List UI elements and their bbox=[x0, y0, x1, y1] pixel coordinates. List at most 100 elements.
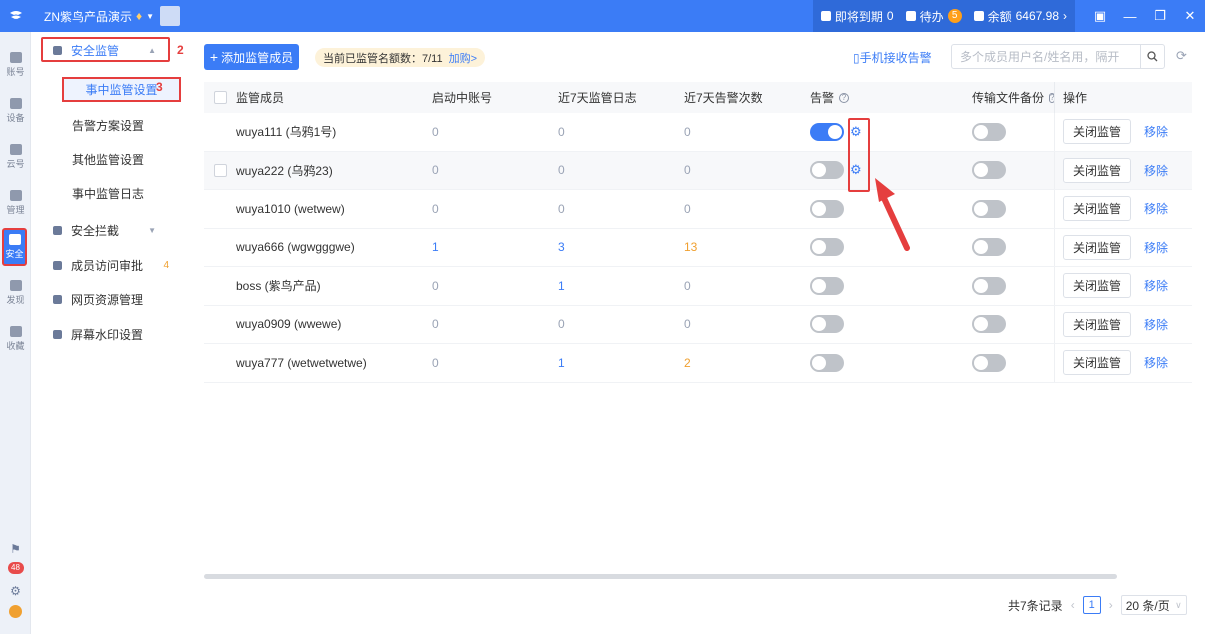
remove-link[interactable]: 移除 bbox=[1144, 123, 1168, 140]
backup-toggle[interactable] bbox=[972, 199, 1006, 218]
members-table: 监管成员 启动中账号 近7天监管日志 近7天告警次数 告警? 传输文件备份? 操… bbox=[204, 82, 1192, 383]
remove-link[interactable]: 移除 bbox=[1144, 316, 1168, 333]
org-switcher[interactable]: ZN紫鸟产品演示 ♦ ▼ bbox=[44, 8, 154, 25]
alert-count[interactable]: 2 bbox=[684, 356, 691, 370]
nav-item-label: 屏幕水印设置 bbox=[71, 327, 144, 342]
nav-sub-alarm-plan[interactable]: 告警方案设置 bbox=[72, 117, 144, 134]
table-row: wuya666 (wgwgggwe) 1 3 13 关闭监管 移除 bbox=[204, 228, 1192, 267]
annotation-arrow bbox=[875, 178, 910, 251]
log-count[interactable]: 0 bbox=[558, 125, 565, 139]
iconbar-cloud[interactable]: 云号 bbox=[0, 144, 31, 170]
log-count[interactable]: 0 bbox=[558, 163, 565, 177]
next-page-icon[interactable]: › bbox=[1109, 598, 1113, 612]
close-supervision-button[interactable]: 关闭监管 bbox=[1063, 273, 1131, 299]
help-icon[interactable]: ? bbox=[839, 92, 850, 103]
backup-toggle[interactable] bbox=[972, 315, 1006, 334]
remove-link[interactable]: 移除 bbox=[1144, 354, 1168, 371]
close-supervision-button[interactable]: 关闭监管 bbox=[1063, 119, 1131, 145]
iconbar-devices[interactable]: 设备 bbox=[0, 98, 31, 124]
todo-indicator[interactable]: 待办 5 bbox=[905, 8, 962, 25]
page-size-value: 20 条/页 bbox=[1125, 598, 1170, 613]
backup-toggle[interactable] bbox=[972, 353, 1006, 372]
prev-page-icon[interactable]: ‹ bbox=[1071, 598, 1075, 612]
nav-sub-other-settings[interactable]: 其他监管设置 bbox=[72, 151, 144, 168]
iconbar-accounts[interactable]: 账号 bbox=[0, 52, 31, 78]
header-member: 监管成员 bbox=[236, 91, 285, 105]
remove-link[interactable]: 移除 bbox=[1144, 239, 1168, 256]
web-icon bbox=[53, 294, 62, 304]
backup-toggle[interactable] bbox=[972, 238, 1006, 257]
alert-count[interactable]: 0 bbox=[684, 125, 691, 139]
search-input[interactable] bbox=[952, 45, 1140, 68]
screenshot-icon[interactable]: ▣ bbox=[1085, 8, 1115, 24]
iconbar-favorites[interactable]: 收藏 bbox=[0, 326, 31, 352]
buy-more-link[interactable]: 加购> bbox=[449, 50, 477, 66]
alarm-toggle[interactable] bbox=[810, 353, 844, 372]
backup-toggle[interactable] bbox=[972, 276, 1006, 295]
alarm-toggle[interactable] bbox=[810, 238, 844, 257]
nav-sub-label: 事中监管设置 bbox=[85, 83, 158, 97]
search-box bbox=[951, 44, 1165, 69]
close-supervision-button[interactable]: 关闭监管 bbox=[1063, 196, 1131, 222]
alarm-toggle[interactable] bbox=[810, 122, 844, 141]
side-nav: 安全监管 ▲ 2 事中监管设置 3 告警方案设置 其他监管设置 事中监管日志 安… bbox=[31, 32, 191, 634]
close-supervision-button[interactable]: 关闭监管 bbox=[1063, 157, 1131, 183]
clock-icon bbox=[820, 11, 831, 21]
iconbar-manage[interactable]: 管理 bbox=[0, 190, 31, 216]
close-supervision-button[interactable]: 关闭监管 bbox=[1063, 234, 1131, 260]
page-size-select[interactable]: 20 条/页 ∨ bbox=[1120, 595, 1187, 615]
alert-count[interactable]: 0 bbox=[684, 317, 691, 331]
top-bar: ZN紫鸟产品演示 ♦ ▼ 即将到期 0 待办 5 余额 6467.98 › ▣ … bbox=[0, 0, 1205, 32]
member-name: wuya222 (乌鸦23) bbox=[236, 163, 333, 178]
horizontal-scrollbar[interactable] bbox=[204, 574, 1117, 579]
remove-link[interactable]: 移除 bbox=[1144, 162, 1168, 179]
signpost-icon[interactable]: ⚑ bbox=[0, 542, 31, 556]
settings-gear-icon[interactable]: ⚙ bbox=[0, 584, 31, 598]
nav-sub-supervision-log[interactable]: 事中监管日志 bbox=[72, 185, 144, 202]
close-supervision-button[interactable]: 关闭监管 bbox=[1063, 350, 1131, 376]
total-records: 共7条记录 bbox=[1008, 598, 1063, 613]
minimize-icon[interactable]: — bbox=[1115, 9, 1145, 24]
expiring-label: 即将到期 bbox=[834, 9, 883, 24]
restore-icon[interactable]: ❐ bbox=[1145, 8, 1175, 24]
log-count[interactable]: 1 bbox=[558, 356, 565, 370]
support-icon[interactable] bbox=[0, 605, 31, 621]
remove-link[interactable]: 移除 bbox=[1144, 200, 1168, 217]
alert-count[interactable]: 0 bbox=[684, 202, 691, 216]
alarm-toggle[interactable] bbox=[810, 276, 844, 295]
alarm-toggle[interactable] bbox=[810, 161, 844, 180]
alarm-toggle[interactable] bbox=[810, 199, 844, 218]
backup-toggle[interactable] bbox=[972, 122, 1006, 141]
nav-sub-in-process-settings[interactable]: 事中监管设置 bbox=[62, 77, 181, 102]
select-all-checkbox[interactable] bbox=[213, 91, 227, 104]
alert-count[interactable]: 13 bbox=[684, 240, 697, 254]
nav-item-access-approval[interactable]: 成员访问审批 4 bbox=[31, 250, 191, 280]
avatar[interactable] bbox=[160, 6, 181, 26]
log-count[interactable]: 0 bbox=[558, 202, 565, 216]
alarm-toggle[interactable] bbox=[810, 315, 844, 334]
alert-count[interactable]: 0 bbox=[684, 279, 691, 293]
expiring-indicator[interactable]: 即将到期 0 bbox=[820, 8, 894, 25]
nav-item-web-resources[interactable]: 网页资源管理 bbox=[31, 284, 191, 314]
backup-toggle[interactable] bbox=[972, 161, 1006, 180]
iconbar-discover[interactable]: 发现 bbox=[0, 280, 31, 306]
log-count[interactable]: 3 bbox=[558, 240, 565, 254]
search-icon[interactable] bbox=[1140, 45, 1164, 68]
iconbar-security[interactable]: 安全 bbox=[2, 228, 27, 266]
refresh-icon[interactable]: ⟳ bbox=[1176, 48, 1187, 64]
log-count[interactable]: 1 bbox=[558, 279, 565, 293]
log-count[interactable]: 0 bbox=[558, 317, 565, 331]
notification-badge[interactable]: 48 bbox=[7, 562, 24, 574]
balance-indicator[interactable]: 余额 6467.98 › bbox=[973, 8, 1067, 25]
nav-item-security-intercept[interactable]: 安全拦截 ▼ bbox=[31, 215, 191, 245]
step-marker-3: 3 bbox=[156, 80, 163, 94]
phone-alert-link[interactable]: ▯手机接收告警 bbox=[853, 49, 932, 66]
nav-item-watermark[interactable]: 屏幕水印设置 bbox=[31, 319, 191, 349]
remove-link[interactable]: 移除 bbox=[1144, 277, 1168, 294]
close-supervision-button[interactable]: 关闭监管 bbox=[1063, 311, 1131, 337]
close-icon[interactable]: ✕ bbox=[1175, 8, 1205, 24]
row-checkbox[interactable] bbox=[213, 163, 227, 177]
add-member-button[interactable]: + 添加监管成员 bbox=[204, 44, 299, 70]
page-number[interactable]: 1 bbox=[1082, 596, 1101, 614]
alert-count[interactable]: 0 bbox=[684, 163, 691, 177]
